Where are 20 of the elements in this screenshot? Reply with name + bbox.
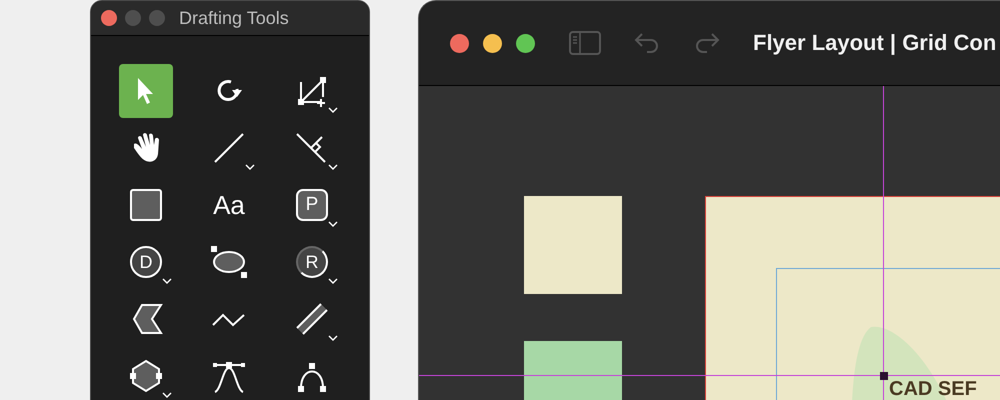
circle-letter-tool-button[interactable]: D [119,235,173,289]
close-button[interactable] [450,34,469,52]
flyer-headline: CAD SEF [889,378,977,400]
text-tool-button[interactable]: Aa [202,178,256,232]
zoom-button[interactable] [516,34,535,52]
swatch[interactable] [524,341,622,400]
swatch[interactable] [524,196,622,294]
hexagon-icon [128,358,164,394]
guide-handle[interactable] [880,372,888,380]
ellipse-icon [211,244,247,280]
arc-letter-tool-button[interactable]: R [285,235,339,289]
double-line-icon [294,301,330,337]
rounded-letter-tool-button[interactable]: P [285,178,339,232]
rectangle-icon [128,187,164,223]
window-title: Drafting Tools [179,8,289,28]
close-button[interactable] [101,10,117,26]
sidebar-toggle-icon[interactable] [569,31,601,55]
vertical-guide[interactable] [883,86,884,400]
document-title: Flyer Layout | Grid Con [753,30,996,56]
minimize-button[interactable] [483,34,502,52]
